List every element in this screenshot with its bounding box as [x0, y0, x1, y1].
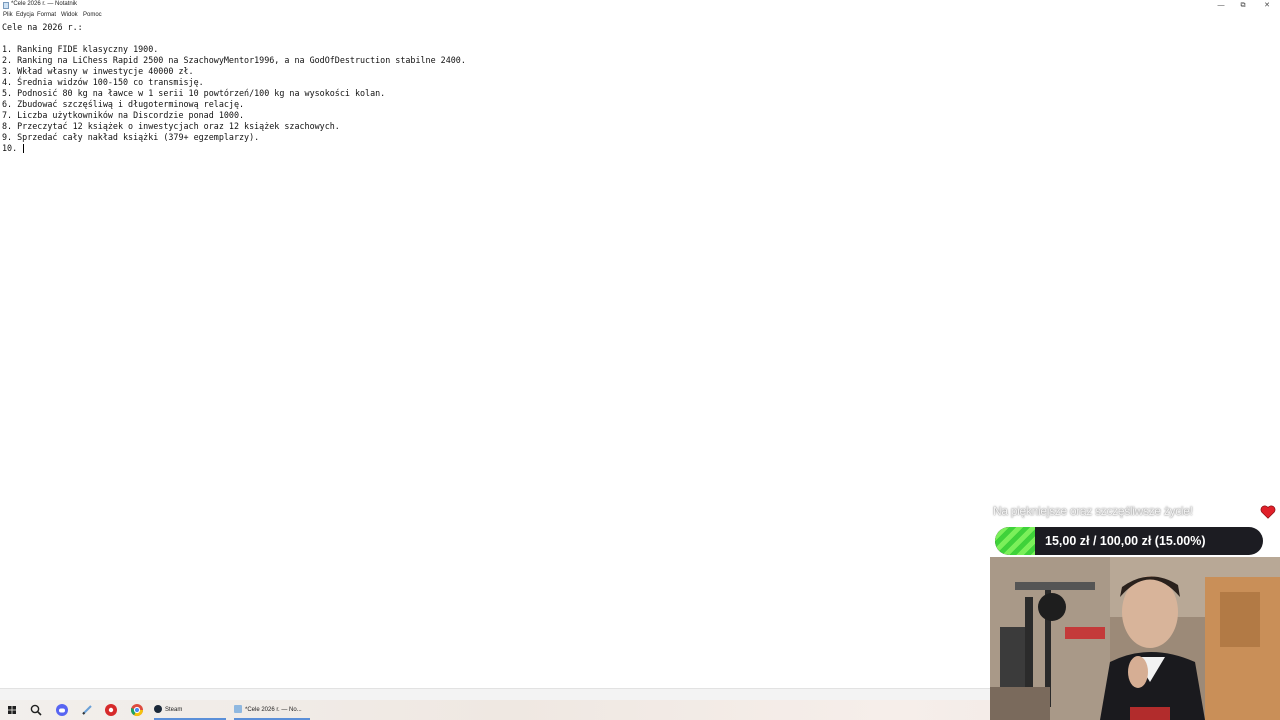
- editor-line: 8. Przeczytać 12 książek o inwestycjach …: [2, 121, 340, 131]
- steam-task-label: Steam: [165, 707, 183, 713]
- editor-line: 5. Podnosić 80 kg na ławce w 1 serii 10 …: [2, 88, 386, 98]
- editor-line: 3. Wkład własny w inwestycje 40000 zł.: [2, 66, 194, 76]
- search-icon[interactable]: [28, 702, 44, 718]
- editor-line: 2. Ranking na LiChess Rapid 2500 na Szac…: [2, 55, 466, 65]
- red-app-icon[interactable]: [103, 702, 119, 718]
- maximize-button[interactable]: ⧉: [1232, 0, 1254, 11]
- goal-progress-bar: 15,00 zł / 100,00 zł (15.00%): [995, 527, 1263, 555]
- notepad-task-label: *Cele 2026 r. — No...: [245, 707, 302, 713]
- steam-task[interactable]: Steam: [154, 702, 226, 718]
- close-button[interactable]: ✕: [1256, 0, 1278, 11]
- goal-progress-fill: [995, 527, 1035, 555]
- discord-icon[interactable]: [54, 702, 70, 718]
- menu-edit[interactable]: Edycja: [16, 12, 34, 18]
- menu-bar: Plik Edycja Format Widok Pomoc: [0, 11, 1280, 21]
- menu-help[interactable]: Pomoc: [83, 12, 102, 18]
- chrome-icon[interactable]: [129, 702, 145, 718]
- notepad-icon: [3, 2, 9, 9]
- notepad-task-icon: [234, 705, 242, 714]
- goal-title: Na piękniejsze oraz szczęśliwsze życie!: [993, 504, 1193, 518]
- text-caret: [23, 144, 25, 153]
- pen-icon[interactable]: [79, 702, 95, 718]
- webcam-image: [990, 557, 1280, 720]
- editor-line: 7. Liczba użytkowników na Discordzie pon…: [2, 110, 245, 120]
- editor-line: 4. Średnia widzów 100-150 co transmisję.: [2, 77, 204, 87]
- webcam-feed: [990, 557, 1280, 720]
- editor-line-current: 10.: [2, 143, 25, 154]
- steam-icon: [154, 705, 162, 714]
- menu-file[interactable]: Plik: [3, 12, 13, 18]
- editor-line: 1. Ranking FIDE klasyczny 1900.: [2, 44, 159, 54]
- window-title: *Cele 2026 r. — Notatnik: [11, 1, 78, 7]
- window-titlebar[interactable]: *Cele 2026 r. — Notatnik — ⧉ ✕: [0, 0, 1280, 11]
- heart-icon: [1260, 505, 1276, 519]
- menu-view[interactable]: Widok: [61, 12, 78, 18]
- notepad-task[interactable]: *Cele 2026 r. — No...: [234, 702, 310, 718]
- editor-line: 6. Zbudować szczęśliwą i długoterminową …: [2, 99, 245, 109]
- minimize-button[interactable]: —: [1210, 0, 1232, 11]
- goal-progress-text: 15,00 zł / 100,00 zł (15.00%): [1045, 534, 1206, 548]
- editor-line-text: 10.: [2, 143, 23, 153]
- windows-start-icon[interactable]: [4, 702, 20, 718]
- editor-line: 9. Sprzedać cały nakład książki (379+ eg…: [2, 132, 260, 142]
- editor-line: Cele na 2026 r.:: [2, 22, 83, 32]
- menu-format[interactable]: Format: [37, 12, 56, 18]
